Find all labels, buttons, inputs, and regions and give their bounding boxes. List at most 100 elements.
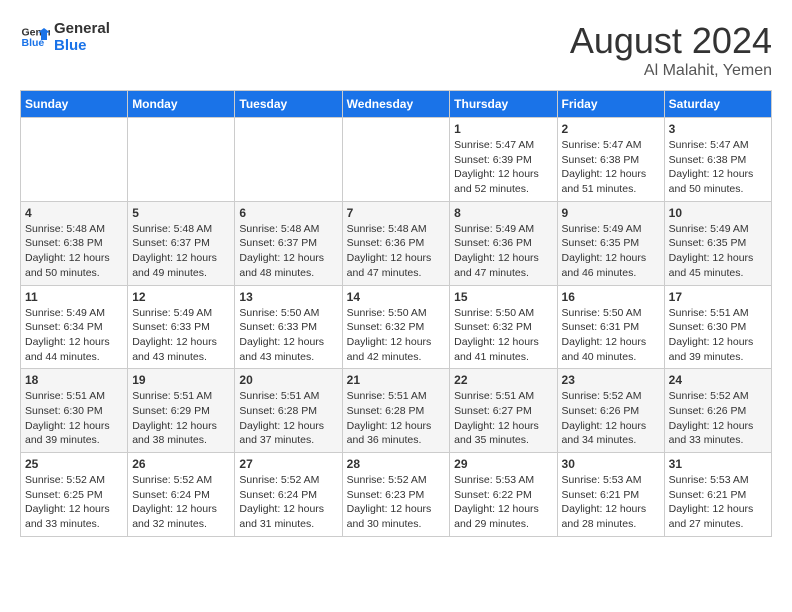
- day-info: Sunrise: 5:52 AM Sunset: 6:25 PM Dayligh…: [25, 473, 123, 532]
- calendar-cell: 17 Sunrise: 5:51 AM Sunset: 6:30 PM Dayli…: [664, 285, 771, 369]
- calendar-cell: [342, 118, 450, 202]
- calendar-cell: 2 Sunrise: 5:47 AM Sunset: 6:38 PM Daylig…: [557, 118, 664, 202]
- day-number: 1: [454, 122, 552, 136]
- header-monday: Monday: [128, 91, 235, 118]
- calendar-cell: 1Sunrise: 5:47 AM Sunset: 6:39 PM Daylig…: [450, 118, 557, 202]
- calendar-cell: 11Sunrise: 5:49 AM Sunset: 6:34 PM Dayli…: [21, 285, 128, 369]
- calendar-cell: 4Sunrise: 5:48 AM Sunset: 6:38 PM Daylig…: [21, 201, 128, 285]
- day-number: 10: [669, 206, 767, 220]
- calendar-week-5: 25 Sunrise: 5:52 AM Sunset: 6:25 PM Dayli…: [21, 453, 772, 537]
- day-number: 20: [239, 373, 337, 387]
- day-number: 27: [239, 457, 337, 471]
- day-number: 18: [25, 373, 123, 387]
- day-number: 6: [239, 206, 337, 220]
- day-number: 8: [454, 206, 552, 220]
- day-number: 25: [25, 457, 123, 471]
- day-info: Sunrise: 5:51 AM Sunset: 6:30 PM Dayligh…: [669, 306, 767, 365]
- calendar-cell: 6 Sunrise: 5:48 AM Sunset: 6:37 PM Daylig…: [235, 201, 342, 285]
- day-info: Sunrise: 5:49 AM Sunset: 6:33 PM Dayligh…: [132, 306, 230, 365]
- calendar-cell: 15 Sunrise: 5:50 AM Sunset: 6:32 PM Dayli…: [450, 285, 557, 369]
- calendar-header-row: SundayMondayTuesdayWednesdayThursdayFrid…: [21, 91, 772, 118]
- day-info: Sunrise: 5:50 AM Sunset: 6:32 PM Dayligh…: [347, 306, 446, 365]
- calendar-cell: 31 Sunrise: 5:53 AM Sunset: 6:21 PM Dayli…: [664, 453, 771, 537]
- day-info: Sunrise: 5:49 AM Sunset: 6:36 PM Dayligh…: [454, 222, 552, 281]
- day-number: 26: [132, 457, 230, 471]
- logo-icon: General Blue: [20, 22, 50, 52]
- calendar-week-3: 11Sunrise: 5:49 AM Sunset: 6:34 PM Dayli…: [21, 285, 772, 369]
- calendar-cell: 10 Sunrise: 5:49 AM Sunset: 6:35 PM Dayli…: [664, 201, 771, 285]
- day-info: Sunrise: 5:50 AM Sunset: 6:31 PM Dayligh…: [562, 306, 660, 365]
- calendar-cell: 7Sunrise: 5:48 AM Sunset: 6:36 PM Daylig…: [342, 201, 450, 285]
- day-info: Sunrise: 5:51 AM Sunset: 6:30 PM Dayligh…: [25, 389, 123, 448]
- title-block: August 2024 Al Malahit, Yemen: [570, 20, 772, 80]
- calendar-cell: 3 Sunrise: 5:47 AM Sunset: 6:38 PM Daylig…: [664, 118, 771, 202]
- day-info: Sunrise: 5:51 AM Sunset: 6:29 PM Dayligh…: [132, 389, 230, 448]
- calendar-cell: 19 Sunrise: 5:51 AM Sunset: 6:29 PM Dayli…: [128, 369, 235, 453]
- calendar-title: August 2024: [570, 20, 772, 62]
- calendar-cell: 29 Sunrise: 5:53 AM Sunset: 6:22 PM Dayli…: [450, 453, 557, 537]
- header-tuesday: Tuesday: [235, 91, 342, 118]
- day-number: 9: [562, 206, 660, 220]
- calendar-cell: 20 Sunrise: 5:51 AM Sunset: 6:28 PM Dayli…: [235, 369, 342, 453]
- calendar-subtitle: Al Malahit, Yemen: [570, 62, 772, 80]
- calendar-cell: [128, 118, 235, 202]
- day-number: 30: [562, 457, 660, 471]
- day-info: Sunrise: 5:50 AM Sunset: 6:33 PM Dayligh…: [239, 306, 337, 365]
- day-number: 13: [239, 290, 337, 304]
- calendar-cell: 25 Sunrise: 5:52 AM Sunset: 6:25 PM Dayli…: [21, 453, 128, 537]
- day-number: 7: [347, 206, 446, 220]
- day-number: 12: [132, 290, 230, 304]
- day-number: 2: [562, 122, 660, 136]
- day-number: 21: [347, 373, 446, 387]
- calendar-cell: 28Sunrise: 5:52 AM Sunset: 6:23 PM Dayli…: [342, 453, 450, 537]
- day-info: Sunrise: 5:48 AM Sunset: 6:37 PM Dayligh…: [239, 222, 337, 281]
- day-info: Sunrise: 5:52 AM Sunset: 6:24 PM Dayligh…: [132, 473, 230, 532]
- day-info: Sunrise: 5:53 AM Sunset: 6:22 PM Dayligh…: [454, 473, 552, 532]
- day-number: 11: [25, 290, 123, 304]
- day-info: Sunrise: 5:51 AM Sunset: 6:27 PM Dayligh…: [454, 389, 552, 448]
- logo-text-general: General: [54, 20, 110, 37]
- calendar-cell: [235, 118, 342, 202]
- day-info: Sunrise: 5:48 AM Sunset: 6:38 PM Dayligh…: [25, 222, 123, 281]
- day-number: 5: [132, 206, 230, 220]
- day-number: 22: [454, 373, 552, 387]
- calendar-cell: 23Sunrise: 5:52 AM Sunset: 6:26 PM Dayli…: [557, 369, 664, 453]
- header-friday: Friday: [557, 91, 664, 118]
- day-info: Sunrise: 5:51 AM Sunset: 6:28 PM Dayligh…: [239, 389, 337, 448]
- calendar-cell: 8 Sunrise: 5:49 AM Sunset: 6:36 PM Daylig…: [450, 201, 557, 285]
- calendar-week-2: 4Sunrise: 5:48 AM Sunset: 6:38 PM Daylig…: [21, 201, 772, 285]
- calendar-cell: 5 Sunrise: 5:48 AM Sunset: 6:37 PM Daylig…: [128, 201, 235, 285]
- day-number: 15: [454, 290, 552, 304]
- day-info: Sunrise: 5:48 AM Sunset: 6:37 PM Dayligh…: [132, 222, 230, 281]
- calendar-week-4: 18 Sunrise: 5:51 AM Sunset: 6:30 PM Dayli…: [21, 369, 772, 453]
- calendar-table: SundayMondayTuesdayWednesdayThursdayFrid…: [20, 90, 772, 537]
- day-number: 16: [562, 290, 660, 304]
- page-header: General Blue General Blue August 2024 Al…: [20, 20, 772, 80]
- day-number: 19: [132, 373, 230, 387]
- calendar-cell: 13 Sunrise: 5:50 AM Sunset: 6:33 PM Dayli…: [235, 285, 342, 369]
- day-number: 31: [669, 457, 767, 471]
- calendar-cell: 14Sunrise: 5:50 AM Sunset: 6:32 PM Dayli…: [342, 285, 450, 369]
- day-info: Sunrise: 5:52 AM Sunset: 6:26 PM Dayligh…: [669, 389, 767, 448]
- day-info: Sunrise: 5:52 AM Sunset: 6:24 PM Dayligh…: [239, 473, 337, 532]
- logo-text-blue: Blue: [54, 37, 110, 54]
- day-info: Sunrise: 5:53 AM Sunset: 6:21 PM Dayligh…: [669, 473, 767, 532]
- calendar-cell: [21, 118, 128, 202]
- calendar-cell: 18 Sunrise: 5:51 AM Sunset: 6:30 PM Dayli…: [21, 369, 128, 453]
- day-info: Sunrise: 5:49 AM Sunset: 6:35 PM Dayligh…: [562, 222, 660, 281]
- day-number: 17: [669, 290, 767, 304]
- day-info: Sunrise: 5:52 AM Sunset: 6:26 PM Dayligh…: [562, 389, 660, 448]
- day-info: Sunrise: 5:47 AM Sunset: 6:38 PM Dayligh…: [562, 138, 660, 197]
- day-info: Sunrise: 5:53 AM Sunset: 6:21 PM Dayligh…: [562, 473, 660, 532]
- day-info: Sunrise: 5:50 AM Sunset: 6:32 PM Dayligh…: [454, 306, 552, 365]
- day-number: 3: [669, 122, 767, 136]
- calendar-cell: 12 Sunrise: 5:49 AM Sunset: 6:33 PM Dayli…: [128, 285, 235, 369]
- day-info: Sunrise: 5:47 AM Sunset: 6:38 PM Dayligh…: [669, 138, 767, 197]
- calendar-cell: 24Sunrise: 5:52 AM Sunset: 6:26 PM Dayli…: [664, 369, 771, 453]
- header-sunday: Sunday: [21, 91, 128, 118]
- header-saturday: Saturday: [664, 91, 771, 118]
- day-number: 29: [454, 457, 552, 471]
- day-info: Sunrise: 5:49 AM Sunset: 6:35 PM Dayligh…: [669, 222, 767, 281]
- day-info: Sunrise: 5:51 AM Sunset: 6:28 PM Dayligh…: [347, 389, 446, 448]
- calendar-cell: 16 Sunrise: 5:50 AM Sunset: 6:31 PM Dayli…: [557, 285, 664, 369]
